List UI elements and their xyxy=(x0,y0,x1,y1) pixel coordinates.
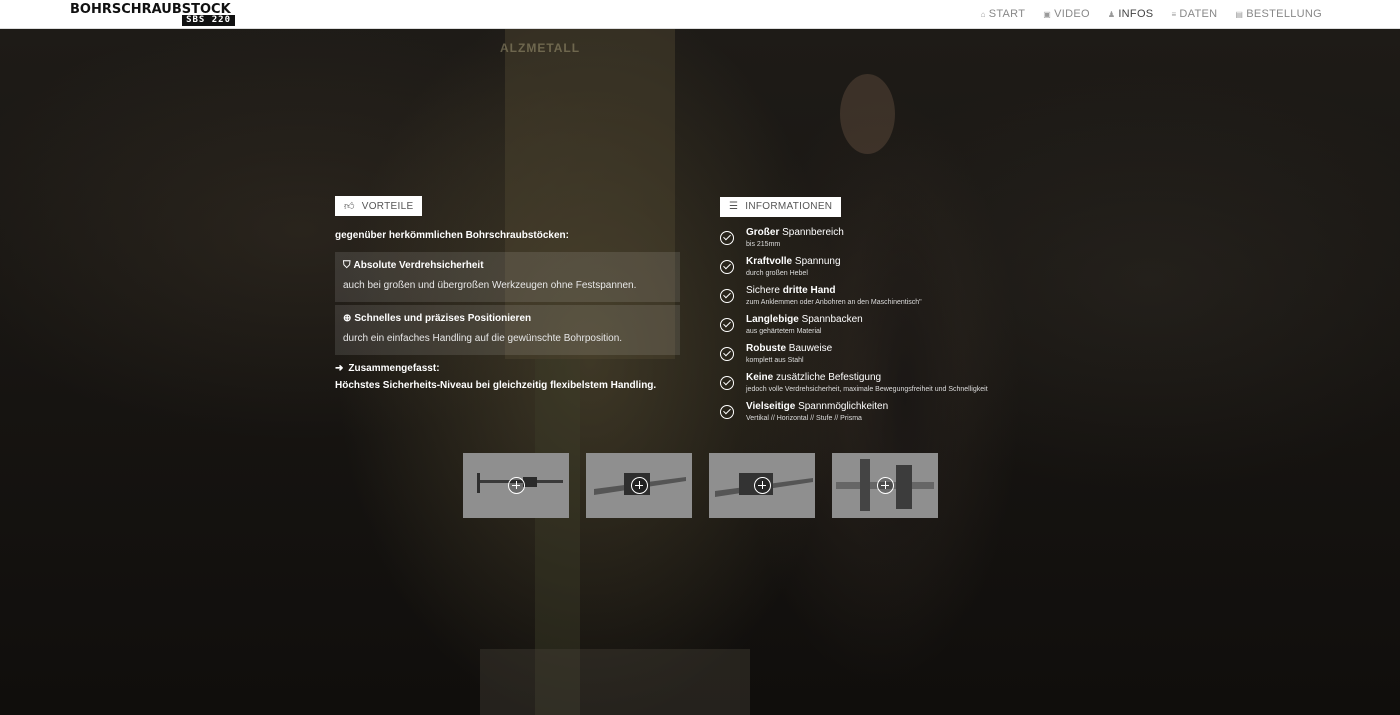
check-circle-icon xyxy=(720,404,734,419)
info-item: Großer Spannbereich bis 215mm xyxy=(720,227,1080,256)
info-list: Großer Spannbereich bis 215mm Kraftvolle… xyxy=(720,227,1080,430)
feature-title: ⊕ Schnelles und präzises Positionieren xyxy=(343,313,672,324)
info-head: Keine zusätzliche Befestigung xyxy=(746,371,882,383)
info-sub: aus gehärtetem Material xyxy=(746,327,822,335)
summary-text: Höchstes Sicherheits-Niveau bei gleichze… xyxy=(335,380,657,391)
nav-label: START xyxy=(988,8,1026,20)
check-circle-icon xyxy=(720,288,734,303)
info-sub: bis 215mm xyxy=(746,240,781,248)
vorteile-label-text: VORTEILE xyxy=(361,200,414,212)
feature-title-text: Schnelles und präzises Positionieren xyxy=(354,313,532,324)
zoom-plus-icon xyxy=(631,477,648,494)
document-icon: ▤ xyxy=(1235,9,1244,19)
nav-label: VIDEO xyxy=(1054,8,1090,20)
check-circle-icon xyxy=(720,230,734,245)
informationen-section: ☰ INFORMATIONEN Großer Spannbereich bis … xyxy=(720,196,1080,430)
check-circle-icon xyxy=(720,346,734,361)
check-circle-icon xyxy=(720,317,734,332)
info-head: Robuste Bauweise xyxy=(746,342,833,354)
feature-card: ⊕ Schnelles und präzises Positionieren d… xyxy=(335,305,680,355)
check-circle-icon xyxy=(720,259,734,274)
info-head: Langlebige Spannbacken xyxy=(746,313,863,325)
background-photo: ALZMETALL xyxy=(0,29,1400,715)
info-head: Vielseitige Spannmöglichkeiten xyxy=(746,400,889,412)
nav-start[interactable]: ⌂ START xyxy=(981,8,1026,20)
gallery-thumb-3[interactable] xyxy=(709,453,815,518)
logo[interactable]: BOHRSCHRAUBSTOCK SBS 220 xyxy=(70,3,235,27)
feature-card: ⛉ Absolute Verdrehsicherheit auch bei gr… xyxy=(335,252,680,302)
info-item: Vielseitige Spannmöglichkeiten Vertikal … xyxy=(720,401,1080,430)
info-sub: zum Anklemmen oder Anbohren an den Masch… xyxy=(746,298,922,306)
feature-text: auch bei großen und übergroßen Werkzeuge… xyxy=(343,280,637,291)
info-item: Kraftvolle Spannung durch großen Hebel xyxy=(720,256,1080,285)
nav-infos[interactable]: ♟ INFOS xyxy=(1108,8,1154,20)
gallery-thumb-1[interactable] xyxy=(463,453,569,518)
summary-title-text: Zusammengefasst: xyxy=(348,363,440,374)
video-icon: ▣ xyxy=(1043,9,1052,19)
info-item: Langlebige Spannbacken aus gehärtetem Ma… xyxy=(720,314,1080,343)
nav-label: DATEN xyxy=(1179,8,1218,20)
crosshair-icon: ⊕ xyxy=(343,313,352,324)
info-item: Keine zusätzliche Befestigung jedoch vol… xyxy=(720,372,1080,401)
nav-label: INFOS xyxy=(1118,8,1154,20)
logo-model-text: SBS 220 xyxy=(182,15,235,26)
nav-label: BESTELLUNG xyxy=(1246,8,1322,20)
nav-video[interactable]: ▣ VIDEO xyxy=(1043,8,1090,20)
arrow-right-icon: ➜ xyxy=(335,363,344,374)
info-item: Robuste Bauweise komplett aus Stahl xyxy=(720,343,1080,372)
vorteile-intro: gegenüber herkömmlichen Bohrschraubstöck… xyxy=(335,230,569,241)
info-head: Großer Spannbereich xyxy=(746,226,844,238)
header: BOHRSCHRAUBSTOCK SBS 220 ⌂ START ▣ VIDEO… xyxy=(0,0,1400,29)
summary-title: ➜ Zusammengefasst: xyxy=(335,363,680,374)
zoom-plus-icon xyxy=(754,477,771,494)
info-sub: komplett aus Stahl xyxy=(746,356,804,364)
list-icon: ≡ xyxy=(1171,9,1177,19)
vorteile-section: 👍︎ VORTEILE gegenüber herkömmlichen Bohr… xyxy=(335,196,680,391)
informationen-label-text: INFORMATIONEN xyxy=(745,201,833,212)
home-icon: ⌂ xyxy=(980,9,986,19)
info-head: Sichere dritte Hand xyxy=(746,284,836,296)
feature-title-text: Absolute Verdrehsicherheit xyxy=(353,260,484,271)
info-sub: Vertikal // Horizontal // Stufe // Prism… xyxy=(746,414,862,422)
zoom-plus-icon xyxy=(877,477,894,494)
gallery-thumb-4[interactable] xyxy=(832,453,938,518)
informationen-label: ☰ INFORMATIONEN xyxy=(720,196,842,217)
machine-brand-sign: ALZMETALL xyxy=(500,41,581,55)
drill-press-base xyxy=(480,649,750,715)
summary: ➜ Zusammengefasst: Höchstes Sicherheits-… xyxy=(335,363,680,391)
nav-daten[interactable]: ≡ DATEN xyxy=(1171,8,1217,20)
gallery-thumb-2[interactable] xyxy=(586,453,692,518)
check-circle-icon xyxy=(720,375,734,390)
list-icon: ☰ xyxy=(729,201,739,212)
info-head: Kraftvolle Spannung xyxy=(746,255,841,267)
thumbs-up-icon: 👍︎ xyxy=(344,201,355,212)
info-sub: durch großen Hebel xyxy=(746,269,808,277)
vorteile-label: 👍︎ VORTEILE xyxy=(335,196,423,216)
worker-head xyxy=(840,74,895,154)
main-nav: ⌂ START ▣ VIDEO ♟ INFOS ≡ DATEN ▤ BESTEL… xyxy=(981,8,1322,20)
person-icon: ♟ xyxy=(1107,9,1116,19)
feature-text: durch ein einfaches Handling auf die gew… xyxy=(343,333,623,344)
product-gallery xyxy=(463,453,938,518)
feature-title: ⛉ Absolute Verdrehsicherheit xyxy=(343,260,672,271)
shield-icon: ⛉ xyxy=(343,260,351,271)
zoom-plus-icon xyxy=(508,477,525,494)
info-item: Sichere dritte Hand zum Anklemmen oder A… xyxy=(720,285,1080,314)
nav-bestellung[interactable]: ▤ BESTELLUNG xyxy=(1235,8,1322,20)
info-sub: jedoch volle Verdrehsicherheit, maximale… xyxy=(746,385,988,393)
